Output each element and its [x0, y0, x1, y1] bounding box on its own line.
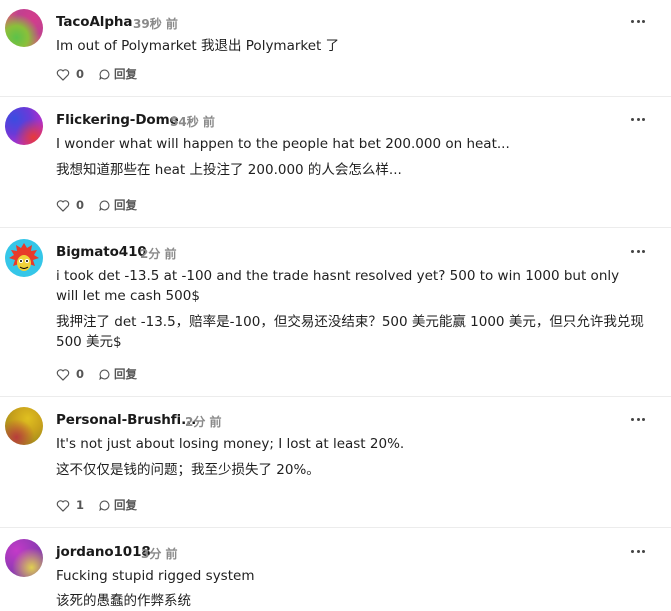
- username[interactable]: Flickering-Dome: [56, 112, 179, 128]
- like-button[interactable]: 1: [56, 498, 84, 512]
- reply-label: 回复: [114, 498, 138, 512]
- chat-bubble-icon: [99, 69, 110, 80]
- reply-label: 回复: [114, 198, 138, 212]
- like-button[interactable]: 0: [56, 367, 84, 381]
- more-options-icon[interactable]: [631, 547, 645, 555]
- timestamp: 2分 前: [185, 415, 222, 429]
- avatar[interactable]: [5, 239, 43, 277]
- reply-label: 回复: [114, 367, 138, 381]
- timestamp: 2分 前: [140, 247, 177, 261]
- comment-text: i took det -13.5 at -100 and the trade h…: [56, 268, 620, 304]
- comment-translation: 这不仅仅是钱的问题；我至少损失了 20%。: [56, 462, 320, 478]
- comment-text: I wonder what will happen to the people …: [56, 136, 510, 152]
- more-options-icon[interactable]: [631, 115, 645, 123]
- chat-bubble-icon: [99, 200, 110, 211]
- divider: [0, 227, 671, 228]
- heart-icon: [56, 499, 70, 512]
- comment-text: It's not just about losing money; I lost…: [56, 436, 405, 452]
- comment-text: Im out of Polymarket 我退出 Polymarket 了: [56, 38, 340, 54]
- username[interactable]: Personal-Brushfi...: [56, 412, 196, 428]
- username[interactable]: TacoAlpha: [56, 14, 133, 30]
- reply-button[interactable]: 回复: [99, 66, 137, 82]
- comment-actions: 0 回复: [56, 66, 137, 82]
- chat-bubble-icon: [99, 500, 110, 511]
- divider: [0, 396, 671, 397]
- comment-text: Fucking stupid rigged system: [56, 568, 255, 584]
- comment-actions: 0 回复: [56, 197, 137, 213]
- timestamp: 54秒 前: [170, 115, 215, 129]
- comment-translation: 我想知道那些在 heat 上投注了 200.000 的人会怎么样...: [56, 162, 402, 178]
- reply-button[interactable]: 回复: [99, 197, 137, 213]
- more-options-icon[interactable]: [631, 17, 645, 25]
- like-count: 0: [76, 67, 85, 81]
- heart-icon: [56, 68, 70, 81]
- like-count: 1: [76, 498, 85, 512]
- heart-icon: [56, 199, 70, 212]
- more-options-icon[interactable]: [631, 415, 645, 423]
- reply-button[interactable]: 回复: [99, 497, 137, 513]
- timestamp: 39秒 前: [133, 17, 178, 31]
- like-button[interactable]: 0: [56, 198, 84, 212]
- avatar-character-icon: [9, 243, 39, 271]
- avatar[interactable]: [5, 107, 43, 145]
- comment-translation: 我押注了 det -13.5，赔率是-100，但交易还没结束？500 美元能赢 …: [56, 314, 644, 350]
- heart-icon: [56, 368, 70, 381]
- divider: [0, 96, 671, 97]
- avatar[interactable]: [5, 407, 43, 445]
- username[interactable]: jordano1018: [56, 544, 151, 560]
- comment-actions: 1 回复: [56, 497, 137, 513]
- avatar[interactable]: [5, 539, 43, 577]
- reply-label: 回复: [114, 67, 138, 81]
- more-options-icon[interactable]: [631, 247, 645, 255]
- like-button[interactable]: 0: [56, 67, 84, 81]
- divider: [0, 527, 671, 528]
- comment-actions: 0 回复: [56, 366, 137, 382]
- chat-bubble-icon: [99, 369, 110, 380]
- avatar[interactable]: [5, 9, 43, 47]
- timestamp: 3分 前: [141, 547, 178, 561]
- username[interactable]: Bigmato410: [56, 244, 147, 260]
- reply-button[interactable]: 回复: [99, 366, 137, 382]
- like-count: 0: [76, 198, 85, 212]
- like-count: 0: [76, 367, 85, 381]
- comment-translation: 该死的愚蠢的作弊系统: [56, 593, 191, 609]
